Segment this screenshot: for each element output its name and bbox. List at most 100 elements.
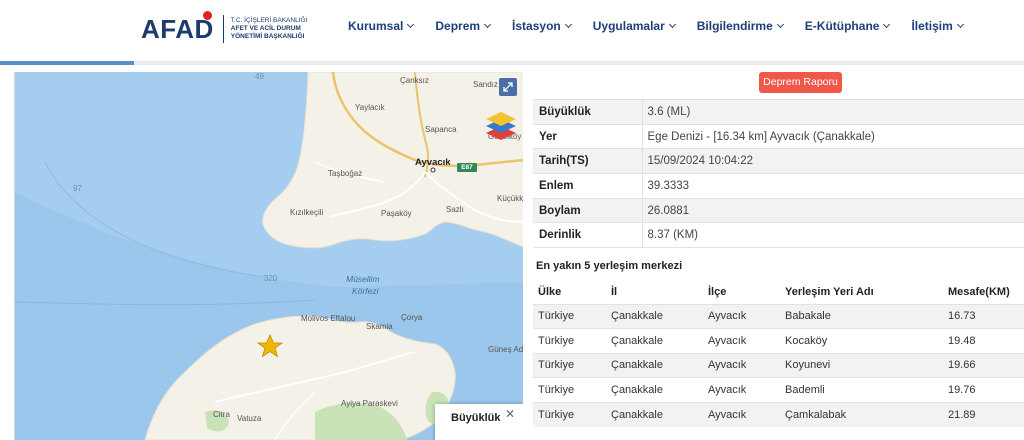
detail-value: 15/09/2024 10:04:22	[642, 148, 1024, 174]
logo-sub-line-1: T.C. İÇİŞLERİ BAKANLIĞI	[230, 17, 308, 24]
chevron-down-icon	[668, 20, 676, 29]
layers-icon	[486, 112, 516, 140]
table-row: Türkiye Çanakkale Ayvacık Kocaköy 19.48	[533, 328, 1024, 353]
cell-distance: 19.48	[943, 328, 1024, 353]
detail-key: Tarih(TS)	[533, 148, 643, 174]
cell-settlement: Babakale	[780, 303, 943, 329]
table-row: Türkiye Çanakkale Ayvacık Koyunevi 19.66	[533, 352, 1024, 378]
nearest-settlements-title: En yakın 5 yerleşim merkezi	[536, 260, 683, 272]
detail-value: 26.0881	[642, 197, 1024, 223]
cell-country: Türkiye	[533, 352, 606, 378]
cell-distance: 19.66	[943, 352, 1024, 378]
detail-value: 8.37 (KM)	[642, 222, 1024, 249]
header-divider	[0, 61, 1024, 65]
cell-district: Ayvacık	[703, 328, 780, 353]
afad-logo[interactable]: AFAD T.C. İÇİŞLERİ BAKANLIĞI AFET VE ACİ…	[141, 11, 308, 46]
cell-country: Türkiye	[533, 377, 606, 402]
place-label: Çanksız	[400, 76, 429, 85]
cell-district: Ayvacık	[703, 303, 780, 329]
depth-label: 49	[255, 72, 264, 81]
place-label: Yaylacık	[355, 103, 385, 112]
sea-label: Körfezi	[352, 286, 379, 296]
logo-sub-line-3: YÖNETİMİ BAŞKANLIĞI	[230, 33, 305, 40]
cell-country: Türkiye	[533, 328, 606, 353]
cell-province: Çanakkale	[606, 377, 703, 402]
logo-subtitle: T.C. İÇİŞLERİ BAKANLIĞI AFET VE ACİL DUR…	[231, 17, 308, 41]
nav-istasyon[interactable]: İstasyon	[512, 19, 572, 33]
detail-row: Yer Ege Denizi - [16.34 km] Ayvacık (Çana…	[533, 123, 1024, 149]
chevron-down-icon	[883, 20, 891, 29]
nav-label: Deprem	[435, 19, 481, 33]
cell-settlement: Bademli	[780, 377, 943, 402]
legend-title: Büyüklük	[451, 412, 501, 424]
depth-label: 97	[73, 184, 82, 193]
logo-red-dot	[203, 11, 212, 20]
detail-key: Büyüklük	[533, 99, 643, 125]
earthquake-report-button[interactable]: Deprem Raporu	[759, 72, 842, 93]
chevron-down-icon	[564, 20, 572, 29]
main-nav: Kurumsal Deprem İstasyon Uygulamalar Bil…	[348, 19, 985, 33]
nav-kurumsal[interactable]: Kurumsal	[348, 19, 415, 33]
depth-label: 320	[264, 274, 278, 283]
nav-e-kutuphane[interactable]: E-Kütüphane	[804, 19, 891, 33]
detail-row: Boylam 26.0881	[533, 197, 1024, 223]
magnitude-legend: Büyüklük ✕	[435, 404, 523, 440]
cell-distance: 19.76	[943, 377, 1024, 402]
layers-button[interactable]	[482, 104, 520, 142]
cell-settlement: Çamkalabak	[780, 401, 943, 427]
column-header: İlçe	[703, 280, 780, 305]
cell-country: Türkiye	[533, 303, 606, 329]
place-label: Molivos Eftalou	[301, 314, 356, 323]
header-accent-bar	[0, 61, 134, 65]
nav-label: E-Kütüphane	[804, 19, 880, 33]
cell-district: Ayvacık	[703, 401, 780, 427]
fullscreen-button[interactable]	[499, 78, 517, 96]
place-label: Paşaköy	[381, 209, 412, 218]
table-header-row: Ülke İl İlçe Yerleşim Yeri Adı Mesafe(KM…	[533, 280, 1024, 305]
detail-row: Enlem 39.3333	[533, 173, 1024, 199]
mainland	[262, 72, 523, 249]
chevron-down-icon	[776, 20, 784, 29]
detail-value: Ege Denizi - [16.34 km] Ayvacık (Çanakka…	[642, 123, 1024, 149]
cell-distance: 16.73	[943, 303, 1024, 329]
nav-label: Kurumsal	[348, 19, 404, 33]
column-header: Yerleşim Yeri Adı	[780, 280, 943, 305]
detail-row: Tarih(TS) 15/09/2024 10:04:22	[533, 148, 1024, 174]
nav-iletisim[interactable]: İletişim	[911, 19, 964, 33]
cell-province: Çanakkale	[606, 303, 703, 329]
place-label: Sazlı	[446, 205, 464, 214]
detail-key: Derinlik	[533, 222, 643, 249]
place-label: Sandız	[473, 80, 498, 89]
logo-sub-line-2: AFET VE ACİL DURUM	[230, 25, 301, 32]
cell-province: Çanakkale	[606, 352, 703, 378]
detail-key: Boylam	[533, 197, 643, 223]
sea-label: Müsellim	[346, 274, 380, 284]
table-row: Türkiye Çanakkale Ayvacık Babakale 16.73	[533, 303, 1024, 329]
nav-label: Bilgilendirme	[696, 19, 773, 33]
place-label: Vatuza	[237, 414, 262, 423]
place-label: Citra	[213, 410, 230, 419]
detail-row: Derinlik 8.37 (KM)	[533, 222, 1024, 249]
column-header: Ülke	[533, 280, 606, 305]
ayvacik-city-dot	[430, 167, 436, 173]
detail-value: 39.3333	[642, 173, 1024, 199]
nav-label: Uygulamalar	[592, 19, 665, 33]
place-label: Skamia	[366, 322, 393, 331]
nav-uygulamalar[interactable]: Uygulamalar	[592, 19, 676, 33]
detail-row: Büyüklük 3.6 (ML)	[533, 99, 1024, 125]
cell-district: Ayvacık	[703, 377, 780, 402]
cell-settlement: Koyunevi	[780, 352, 943, 378]
column-header: Mesafe(KM)	[943, 280, 1024, 305]
earthquake-map[interactable]: 49 97 320 Çanksız Sandız Yaylacık Sapanc…	[14, 72, 523, 440]
nav-bilgilendirme[interactable]: Bilgilendirme	[696, 19, 784, 33]
nav-deprem[interactable]: Deprem	[435, 19, 492, 33]
legend-close-icon[interactable]: ✕	[505, 407, 515, 421]
place-label: Taşboğaz	[328, 169, 363, 178]
detail-key: Enlem	[533, 173, 643, 199]
chevron-down-icon	[484, 20, 492, 29]
city-label-ayvacik: Ayvacık	[415, 157, 451, 168]
place-label: Güneş Ad.	[488, 345, 523, 354]
chevron-down-icon	[956, 20, 964, 29]
column-header: İl	[606, 280, 703, 305]
place-label: Küçükk	[497, 194, 523, 203]
